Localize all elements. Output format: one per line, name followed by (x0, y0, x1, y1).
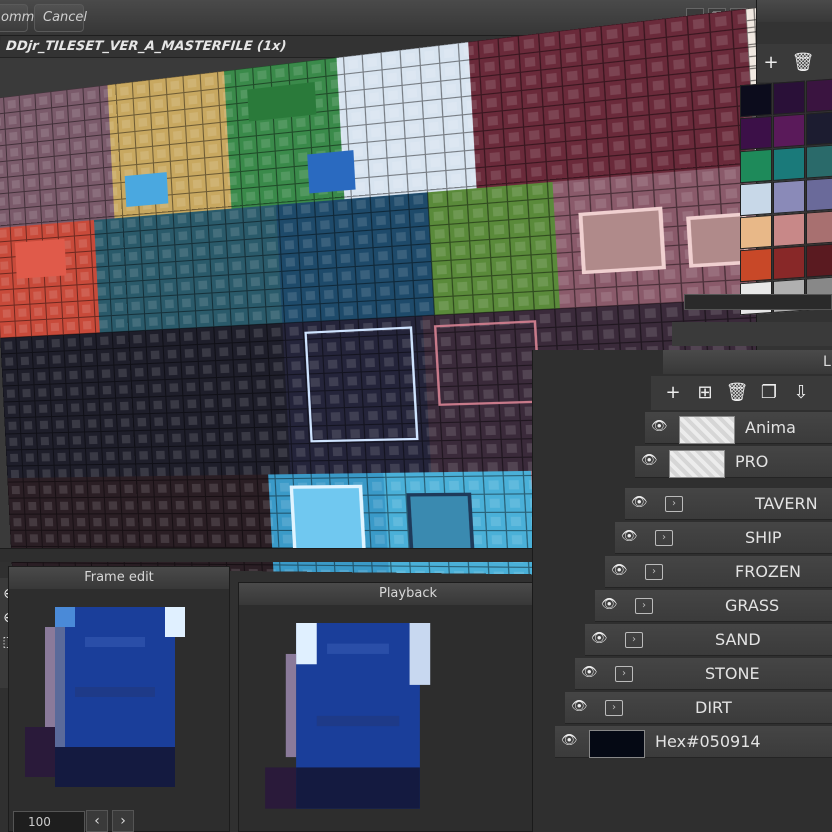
layer-name: SAND (715, 630, 761, 649)
palette-swatch[interactable] (773, 245, 805, 280)
layer-name: GRASS (725, 596, 780, 615)
palette-swatch[interactable] (740, 148, 772, 184)
layer-row[interactable]: 👁 › TAVERN (625, 488, 832, 520)
folder-icon[interactable]: › (655, 530, 673, 546)
palette-swatches (740, 78, 832, 316)
layer-row[interactable]: 👁 › SHIP (615, 522, 832, 554)
layer-row[interactable]: 👁 Anima (645, 412, 832, 444)
frame-edit-title: Frame edit (9, 567, 229, 589)
eye-icon[interactable]: 👁 (571, 700, 589, 714)
delete-layer-icon[interactable]: 🗑 (725, 381, 749, 405)
palette-swatch[interactable] (773, 179, 805, 214)
folder-icon[interactable]: › (665, 496, 683, 512)
layer-name: FROZEN (735, 562, 801, 581)
frame-edit-panel: Frame edit 100 (8, 566, 230, 832)
add-folder-icon[interactable]: ⊞ (693, 381, 717, 405)
layer-name: SHIP (745, 528, 782, 547)
layer-name: Hex#050914 (655, 732, 761, 751)
folder-icon[interactable]: › (645, 564, 663, 580)
layers-toolbar: + ⊞ 🗑 ❐ ⇩ (651, 376, 832, 410)
layer-row[interactable]: 👁 › SAND (585, 624, 832, 656)
add-layer-icon[interactable]: + (661, 381, 685, 405)
commit-button[interactable]: ommit (0, 4, 43, 32)
zoom-input[interactable]: 100 (13, 811, 85, 832)
layers-panel: L + ⊞ 🗑 ❐ ⇩ 👁 Anima 👁 PRO 👁 › TAVERN 👁 › SHIP 👁 › FR… (532, 350, 832, 832)
eye-icon[interactable]: 👁 (611, 564, 629, 578)
folder-icon[interactable]: › (605, 700, 623, 716)
eye-icon[interactable]: 👁 (591, 632, 609, 646)
layer-name: TAVERN (755, 494, 818, 513)
layer-row[interactable]: 👁 PRO (635, 446, 832, 478)
folder-icon[interactable]: › (635, 598, 653, 614)
palette-swatch[interactable] (740, 115, 772, 151)
eye-icon[interactable]: 👁 (631, 496, 649, 510)
layer-row[interactable]: 👁 › DIRT (565, 692, 832, 724)
eye-icon[interactable]: 👁 (621, 530, 639, 544)
playback-sprite (265, 623, 431, 809)
layer-name: Anima (745, 418, 796, 437)
palette-swatch[interactable] (773, 212, 805, 247)
layers-title: L (823, 354, 831, 370)
frame-edit-sprite[interactable] (25, 607, 205, 797)
delete-color-icon[interactable]: 🗑 (791, 51, 815, 75)
palette-swatch[interactable] (806, 210, 832, 245)
layer-thumbnail (589, 730, 645, 758)
duplicate-layer-icon[interactable]: ❐ (757, 381, 781, 405)
palette-toolbar: + 🗑 (757, 44, 832, 82)
palette-swatch[interactable] (740, 181, 772, 217)
layer-name: DIRT (695, 698, 732, 717)
palette-swatch[interactable] (806, 177, 832, 212)
palette-swatch[interactable] (740, 82, 772, 118)
app-window: ommit Cancel _ ❐ ✕ DDjr_TILESET_VER_A_MA… (0, 0, 832, 832)
eye-icon[interactable]: 👁 (651, 420, 669, 434)
cancel-button[interactable]: Cancel (34, 4, 87, 32)
add-color-icon[interactable]: + (759, 51, 783, 75)
merge-layer-icon[interactable]: ⇩ (789, 381, 813, 405)
palette-header (757, 0, 832, 22)
prev-frame-button[interactable]: ‹ (86, 810, 108, 832)
layer-thumbnail (679, 416, 735, 444)
eye-icon[interactable]: 👁 (601, 598, 619, 612)
palette-swatch[interactable] (806, 111, 832, 146)
eye-icon[interactable]: 👁 (641, 454, 659, 468)
palette-swatch[interactable] (740, 214, 772, 250)
palette-swatch[interactable] (806, 243, 832, 278)
folder-icon[interactable]: › (625, 632, 643, 648)
panel-splitter[interactable] (0, 548, 600, 562)
layer-name: STONE (705, 664, 760, 683)
playback-panel: Playback (238, 582, 578, 832)
palette-footer (672, 322, 832, 346)
palette-swatch[interactable] (773, 80, 805, 115)
layer-row[interactable]: 👁 › STONE (575, 658, 832, 690)
layer-thumbnail (669, 450, 725, 478)
layer-row[interactable]: 👁 › FROZEN (605, 556, 832, 588)
palette-swatch[interactable] (773, 113, 805, 148)
folder-icon[interactable]: › (615, 666, 633, 682)
playback-title: Playback (239, 583, 577, 605)
layer-row[interactable]: 👁 › GRASS (595, 590, 832, 622)
layers-header: L (663, 350, 832, 374)
palette-scrollbar[interactable] (684, 294, 832, 310)
next-frame-button[interactable]: › (112, 810, 134, 832)
eye-icon[interactable]: 👁 (561, 734, 579, 748)
layer-row[interactable]: 👁 Hex#050914 (555, 726, 832, 758)
palette-swatch[interactable] (740, 247, 772, 283)
eye-icon[interactable]: 👁 (581, 666, 599, 680)
palette-swatch[interactable] (773, 146, 805, 181)
palette-swatch[interactable] (806, 78, 832, 113)
palette-swatch[interactable] (806, 144, 832, 179)
layer-name: PRO (735, 452, 769, 471)
